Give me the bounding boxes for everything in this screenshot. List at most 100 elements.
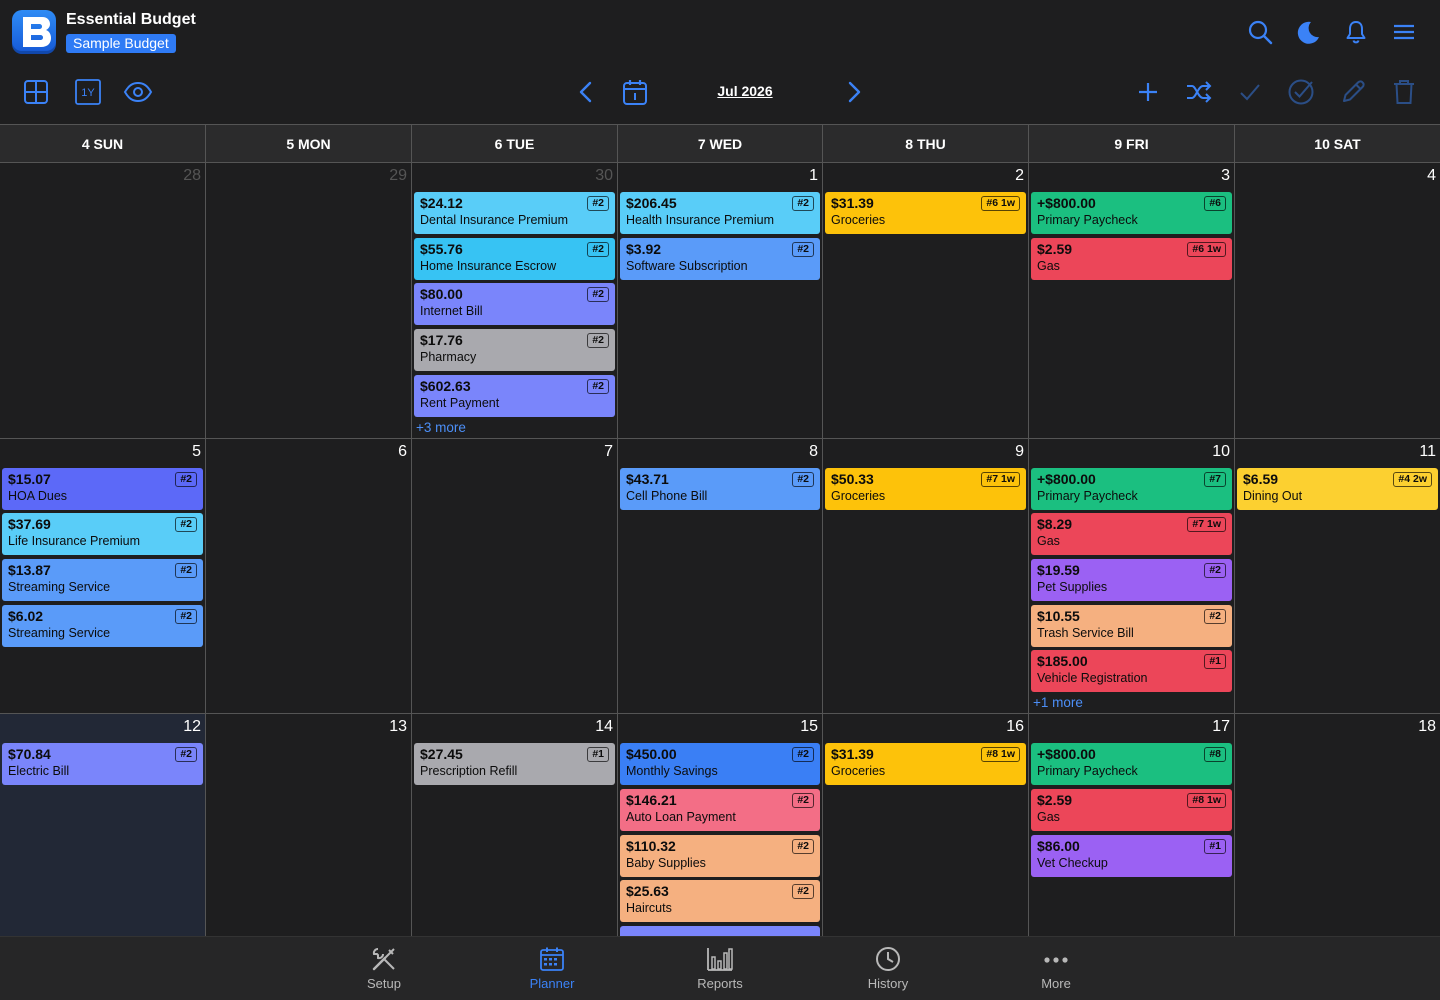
day-number: 17: [1212, 718, 1230, 735]
day-cell[interactable]: 15 $450.00 Monthly Savings #2 $146.21 Au…: [618, 714, 823, 937]
more-events-link[interactable]: +3 more: [416, 420, 466, 435]
day-cell[interactable]: 29: [206, 163, 412, 439]
transaction-tag: #2: [587, 333, 609, 348]
transaction-card[interactable]: $80.00 Internet Bill #2: [414, 283, 615, 325]
transaction-card[interactable]: $10.55 Trash Service Bill #2: [1031, 605, 1232, 647]
transaction-card[interactable]: $55.76 Home Insurance Escrow #2: [414, 238, 615, 280]
day-cell[interactable]: 30 $24.12 Dental Insurance Premium #2 $5…: [412, 163, 618, 439]
nav-more[interactable]: More: [1006, 937, 1106, 1000]
transaction-card[interactable]: $6.59 Dining Out #4 2w: [1237, 468, 1438, 510]
transaction-card[interactable]: $602.63 Rent Payment #2: [414, 375, 615, 417]
transaction-card[interactable]: $13.87 Streaming Service #2: [2, 559, 203, 601]
transaction-card[interactable]: $185.00 Vehicle Registration #1: [1031, 650, 1232, 692]
transaction-description: Gas: [1037, 259, 1060, 273]
transaction-description: Streaming Service: [8, 626, 111, 640]
day-cell[interactable]: 10 +$800.00 Primary Paycheck #7 $8.29 Ga…: [1029, 439, 1235, 714]
day-cell[interactable]: 11 $6.59 Dining Out #4 2w: [1235, 439, 1440, 714]
day-cell[interactable]: 7: [412, 439, 618, 714]
calendar-today-icon[interactable]: [619, 76, 651, 108]
transaction-tag: #2: [587, 242, 609, 257]
nav-setup[interactable]: Setup: [334, 937, 434, 1000]
transaction-card[interactable]: $31.39 Groceries #8 1w: [825, 743, 1026, 785]
current-month-label[interactable]: Jul 2026: [700, 83, 790, 99]
hamburger-menu-icon[interactable]: [1388, 16, 1420, 48]
day-number: 5: [192, 443, 201, 460]
dark-mode-moon-icon[interactable]: [1292, 16, 1324, 48]
day-cell[interactable]: 5 $15.07 HOA Dues #2 $37.69 Life Insuran…: [0, 439, 206, 714]
add-plus-icon[interactable]: [1132, 76, 1164, 108]
transaction-card[interactable]: $17.76 Pharmacy #2: [414, 329, 615, 371]
day-cell[interactable]: 4: [1235, 163, 1440, 439]
transaction-card[interactable]: $450.00 Monthly Savings #2: [620, 743, 820, 785]
more-events-link[interactable]: +1 more: [1033, 695, 1083, 710]
day-cell[interactable]: 17 +$800.00 Primary Paycheck #8 $2.59 Ga…: [1029, 714, 1235, 937]
year-view-icon[interactable]: 1Y: [72, 76, 104, 108]
day-cell[interactable]: 9 $50.33 Groceries #7 1w: [823, 439, 1029, 714]
transaction-description: Baby Supplies: [626, 856, 706, 870]
transaction-card[interactable]: $146.21 Auto Loan Payment #2: [620, 789, 820, 831]
transaction-description: Primary Paycheck: [1037, 489, 1138, 503]
transaction-card[interactable]: $50.33 Groceries #7 1w: [825, 468, 1026, 510]
transaction-card[interactable]: +$800.00 Primary Paycheck #7: [1031, 468, 1232, 510]
transaction-card[interactable]: $19.59 Pet Supplies #2: [1031, 559, 1232, 601]
transaction-tag: #7 1w: [981, 472, 1020, 487]
transaction-card[interactable]: $2.59 Gas #8 1w: [1031, 789, 1232, 831]
transaction-amount: $43.71: [626, 471, 669, 487]
day-cell[interactable]: 16 $31.39 Groceries #8 1w: [823, 714, 1029, 937]
app-logo: [12, 10, 56, 54]
transaction-tag: #2: [587, 287, 609, 302]
transaction-card[interactable]: $25.63 Haircuts #2: [620, 880, 820, 922]
transaction-card[interactable]: $8.29 Gas #7 1w: [1031, 513, 1232, 555]
transaction-description: Software Subscription: [626, 259, 748, 273]
transaction-tag: #2: [792, 747, 814, 762]
delete-trash-icon[interactable]: [1388, 76, 1420, 108]
checkmark-icon[interactable]: [1234, 76, 1266, 108]
day-number: 3: [1221, 167, 1230, 184]
nav-history[interactable]: History: [838, 937, 938, 1000]
eye-visibility-icon[interactable]: [122, 76, 154, 108]
day-number: 18: [1418, 718, 1436, 735]
next-month-chevron-icon[interactable]: [840, 78, 868, 106]
transaction-tag: #6: [1204, 196, 1226, 211]
shuffle-icon[interactable]: [1182, 76, 1216, 108]
day-cell[interactable]: 1 $206.45 Health Insurance Premium #2 $3…: [618, 163, 823, 439]
nav-planner[interactable]: Planner: [502, 937, 602, 1000]
transaction-card[interactable]: $86.00 Vet Checkup #1: [1031, 835, 1232, 877]
search-icon[interactable]: [1244, 16, 1276, 48]
transaction-card[interactable]: $27.45 Prescription Refill #1: [414, 743, 615, 785]
transaction-card[interactable]: $43.71 Cell Phone Bill #2: [620, 468, 820, 510]
day-cell[interactable]: 18: [1235, 714, 1440, 937]
day-cell[interactable]: 13: [206, 714, 412, 937]
day-header-thu: 8 THU: [823, 125, 1029, 163]
day-header-fri: 9 FRI: [1029, 125, 1235, 163]
transaction-description: Gas: [1037, 810, 1060, 824]
transaction-card[interactable]: +$800.00 Primary Paycheck #6: [1031, 192, 1232, 234]
transaction-card[interactable]: $15.07 HOA Dues #2: [2, 468, 203, 510]
transaction-card[interactable]: $24.12 Dental Insurance Premium #2: [414, 192, 615, 234]
check-circle-icon[interactable]: [1284, 76, 1318, 108]
previous-month-chevron-icon[interactable]: [572, 78, 600, 106]
nav-reports[interactable]: Reports: [670, 937, 770, 1000]
day-cell[interactable]: 2 $31.39 Groceries #6 1w: [823, 163, 1029, 439]
day-cell[interactable]: 28: [0, 163, 206, 439]
edit-pencil-icon[interactable]: [1336, 76, 1370, 108]
transaction-card[interactable]: $6.02 Streaming Service #2: [2, 605, 203, 647]
notifications-bell-icon[interactable]: [1340, 16, 1372, 48]
day-cell[interactable]: 14 $27.45 Prescription Refill #1: [412, 714, 618, 937]
transaction-card[interactable]: $37.69 Life Insurance Premium #2: [2, 513, 203, 555]
transaction-card[interactable]: +$800.00 Primary Paycheck #8: [1031, 743, 1232, 785]
day-cell[interactable]: 3 +$800.00 Primary Paycheck #6 $2.59 Gas…: [1029, 163, 1235, 439]
transaction-card[interactable]: $3.92 Software Subscription #2: [620, 238, 820, 280]
transaction-card[interactable]: $110.32 Baby Supplies #2: [620, 835, 820, 877]
day-cell[interactable]: 6: [206, 439, 412, 714]
day-cell-today[interactable]: 12 $70.84 Electric Bill #2: [0, 714, 206, 937]
transaction-tag: #1: [1204, 654, 1226, 669]
grid-view-icon[interactable]: [20, 76, 52, 108]
transaction-card[interactable]: $206.45 Health Insurance Premium #2: [620, 192, 820, 234]
day-number: 9: [1015, 443, 1024, 460]
budget-name-badge[interactable]: Sample Budget: [66, 34, 176, 53]
transaction-card[interactable]: $31.39 Groceries #6 1w: [825, 192, 1026, 234]
transaction-card[interactable]: $2.59 Gas #6 1w: [1031, 238, 1232, 280]
day-cell[interactable]: 8 $43.71 Cell Phone Bill #2: [618, 439, 823, 714]
transaction-card[interactable]: $70.84 Electric Bill #2: [2, 743, 203, 785]
